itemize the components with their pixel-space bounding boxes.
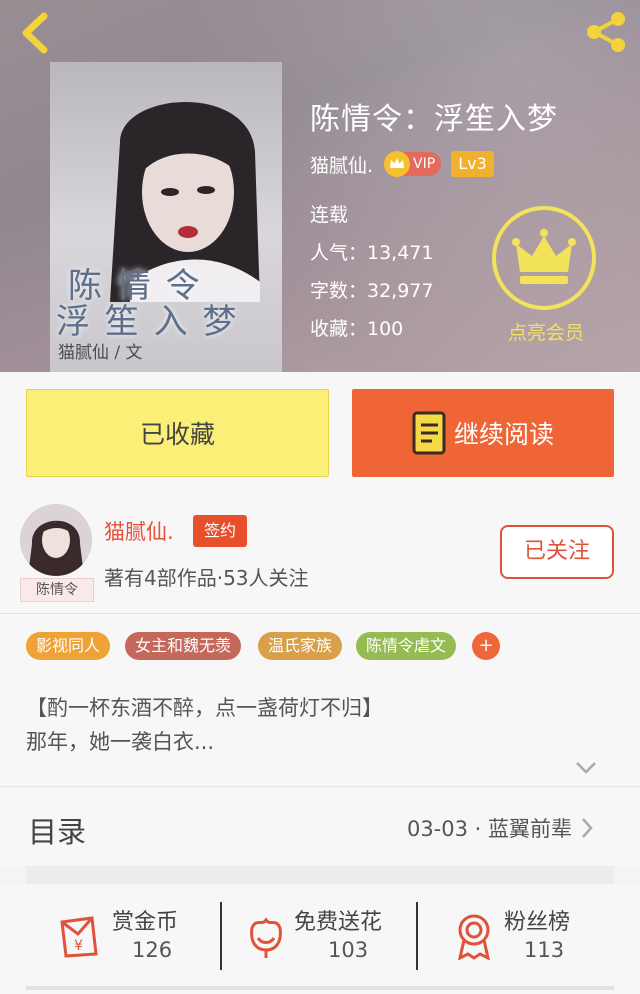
send-flowers-label: 免费送花 (294, 910, 383, 935)
book-intro[interactable]: 【酌一杯东酒不醉，点一盏荷灯不归】 那年，她一袭白衣... (0, 674, 640, 786)
tag-item[interactable]: 陈情令虐文 (356, 632, 457, 660)
intro-line: 那年，她一袭白衣... (26, 730, 215, 754)
reward-coins-button[interactable]: ¥ 赏金币 126 (0, 896, 220, 986)
cover-title-line2: 浮 笙 入 梦 (56, 302, 239, 342)
tag-item[interactable]: 影视同人 (26, 632, 111, 660)
send-flowers-count: 103 (328, 938, 369, 962)
vip-badge: VIP (384, 151, 442, 177)
avatar-image (20, 504, 92, 576)
back-button[interactable] (14, 10, 54, 56)
bottom-divider (26, 986, 614, 990)
medal-icon (458, 914, 490, 960)
fan-ranking-label: 粉丝榜 (504, 910, 571, 935)
avatar-tag: 陈情令 (20, 578, 94, 602)
tag-row: 影视同人 女主和魏无羡 温氏家族 陈情令虐文 + (0, 614, 640, 674)
vip-label: VIP (413, 156, 436, 172)
crown-icon (512, 229, 576, 284)
send-flowers-button[interactable]: 免费送花 103 (222, 896, 416, 986)
flower-icon (250, 917, 282, 958)
header-author-line: 猫腻仙. VIP Lv3 (310, 150, 494, 178)
share-icon (587, 12, 625, 52)
serial-status: 连载 (310, 204, 349, 226)
book-title: 陈情令：浮笙入梦 (310, 102, 558, 137)
fan-ranking-count: 113 (524, 938, 565, 962)
table-of-contents-row[interactable]: 目录 03-03 · 蓝翼前辈 (0, 786, 640, 866)
popularity-stat: 人气：13,471 (310, 242, 434, 264)
author-avatar[interactable] (20, 504, 92, 576)
collected-button[interactable]: 已收藏 (26, 389, 329, 477)
chevron-right-icon (582, 818, 593, 838)
signed-badge: 签约 (193, 515, 247, 547)
chevron-down-icon[interactable] (574, 760, 598, 776)
section-spacer (26, 866, 614, 884)
collected-label: 已收藏 (139, 420, 215, 449)
more-tags-button[interactable]: + (472, 632, 500, 660)
follow-button[interactable]: 已关注 (500, 525, 614, 579)
svg-text:¥: ¥ (74, 938, 83, 954)
book-header: 陈 情 令 浮 笙 入 梦 猫腻仙 / 文 陈情令：浮笙入梦 猫腻仙. VIP … (0, 0, 640, 372)
continue-reading-button[interactable]: 继续阅读 (352, 389, 614, 477)
collections-stat: 收藏：100 (310, 318, 404, 340)
author-card: 陈情令 猫腻仙. 签约 著有4部作品·53人关注 已关注 (0, 496, 640, 614)
level-badge: Lv3 (451, 151, 494, 177)
latest-chapter: 03-03 · 蓝翼前辈 (406, 817, 572, 841)
member-label[interactable]: 点亮会员 (496, 318, 596, 345)
author-name[interactable]: 猫腻仙. (104, 516, 174, 546)
fan-ranking-button[interactable]: 粉丝榜 113 (418, 896, 640, 986)
vip-crown-icon (384, 151, 411, 177)
tag-item[interactable]: 女主和魏无羡 (125, 632, 242, 660)
continue-reading-label: 继续阅读 (453, 420, 554, 449)
header-author-name[interactable]: 猫腻仙. (310, 151, 373, 178)
coin-envelope-icon: ¥ (60, 916, 98, 958)
book-cover[interactable]: 陈 情 令 浮 笙 入 梦 猫腻仙 / 文 (50, 62, 282, 372)
reward-coins-count: 126 (132, 938, 173, 962)
back-arrow-icon (22, 12, 48, 54)
book-icon (412, 411, 446, 455)
tag-item[interactable]: 温氏家族 (258, 632, 343, 660)
action-bar: 已收藏 继续阅读 (0, 372, 640, 496)
intro-line: 【酌一杯东酒不醉，点一盏荷灯不归】 (26, 696, 383, 720)
fan-actions-row: ¥ 赏金币 126 免费送花 103 粉丝榜 113 (0, 884, 640, 994)
member-button[interactable] (492, 206, 596, 310)
toc-title: 目录 (28, 815, 87, 849)
cover-author: 猫腻仙 / 文 (58, 343, 143, 363)
word-count-stat: 字数：32,977 (310, 280, 434, 302)
share-button[interactable] (582, 8, 630, 56)
author-stats: 著有4部作品·53人关注 (104, 566, 309, 590)
reward-coins-label: 赏金币 (112, 910, 179, 935)
